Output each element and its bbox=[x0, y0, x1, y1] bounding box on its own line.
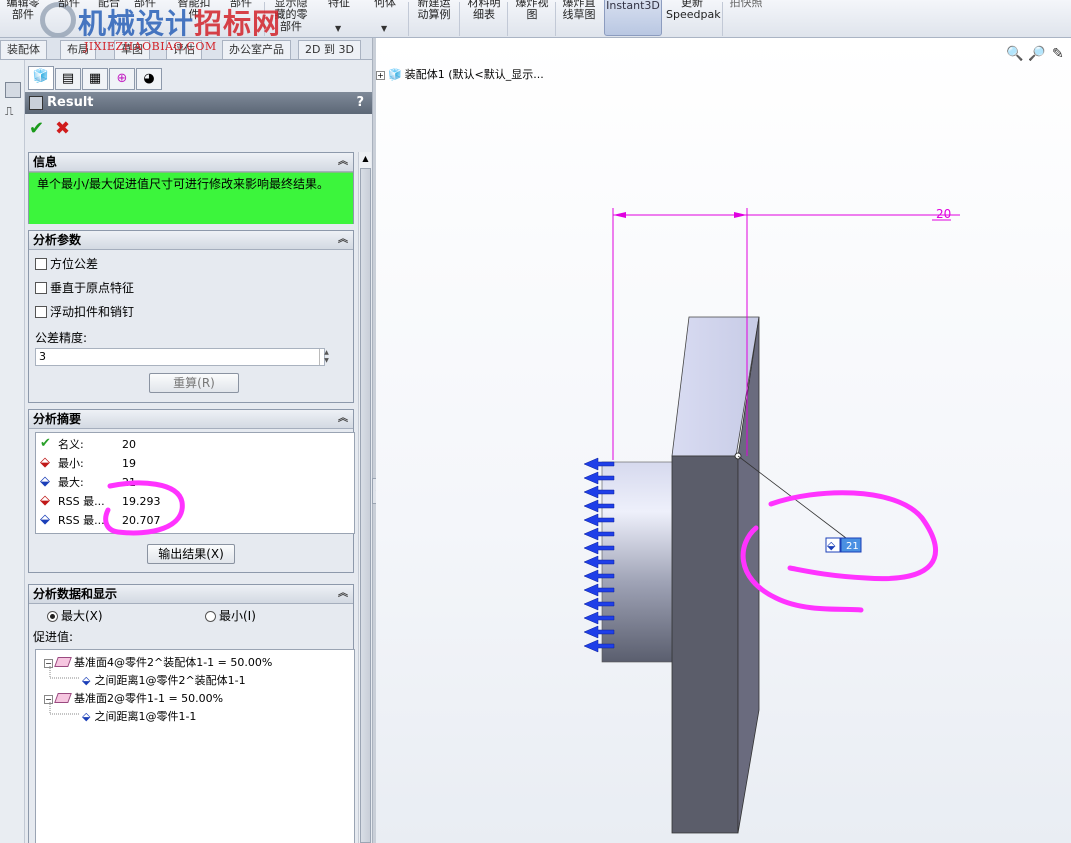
watermark-url: JIXIEZHAOBIAO.COM bbox=[84, 40, 217, 53]
max-radio[interactable]: 最大(X) bbox=[47, 607, 103, 624]
export-results-button[interactable]: 输出结果(X) bbox=[147, 544, 235, 564]
summary-list: ✔ 名义: 20 ⬙ 最小: 19 ⬙ 最大: 21 ⬙ RSS 最... 19.293 ⬙ RS… bbox=[35, 432, 355, 534]
dimxpert-tab-icon[interactable]: ⊕ bbox=[109, 68, 135, 90]
tree-lines bbox=[49, 666, 80, 715]
ribbon-geometry-button[interactable]: 何体 bbox=[370, 0, 400, 9]
contributors-tree: − 基准面4@零件2^装配体1-1 = 50.00% ⬙ 之间距离1@零件2^装配体… bbox=[35, 649, 355, 843]
orientation-tolerance-checkbox[interactable]: 方位公差 bbox=[35, 255, 98, 272]
rss-min-icon: ⬙ bbox=[40, 493, 50, 508]
summary-row-max: ⬙ 最大: 21 bbox=[40, 474, 136, 490]
recalculate-button[interactable]: 重算(R) bbox=[149, 373, 239, 393]
collapse-icon[interactable]: ︽ bbox=[338, 585, 348, 603]
summary-row-rss-min: ⬙ RSS 最... 19.293 bbox=[40, 493, 161, 509]
collapse-icon[interactable]: ︽ bbox=[338, 410, 348, 428]
summary-row-rss-max: ⬙ RSS 最... 20.707 bbox=[40, 512, 161, 528]
panel-scrollbar[interactable]: ▲ bbox=[358, 152, 371, 843]
tab-office-products[interactable]: 办公室产品 bbox=[222, 40, 291, 59]
model-scene: 20 ⬙ 21 bbox=[583, 207, 960, 834]
configuration-manager-tab-icon[interactable]: ▦ bbox=[82, 68, 108, 90]
scroll-thumb[interactable] bbox=[360, 168, 371, 843]
checkmark-icon: ✔ bbox=[40, 436, 51, 451]
tolerance-precision-input[interactable]: 3 bbox=[35, 348, 325, 366]
analysis-display-group: 分析数据和显示 ︽ 最大(X) 最小(I) 促进值: − 基准面4@零件2^装配体1… bbox=[28, 584, 355, 843]
pm-title-text: Result bbox=[47, 95, 94, 110]
min-dimension-icon: ⬙ bbox=[40, 455, 50, 470]
collapse-icon[interactable]: ︽ bbox=[338, 153, 348, 171]
ribbon-new-motion-study-button[interactable]: 新建运 动算例 bbox=[413, 0, 455, 21]
tree-item-distance-part1[interactable]: ⬙ 之间距离1@零件1-1 bbox=[82, 708, 196, 724]
manager-tabs: 🧊 ▤ ▦ ⊕ ◕ bbox=[25, 66, 372, 90]
instant3d-button[interactable]: Instant3D bbox=[604, 0, 662, 36]
result-value-text: 21 bbox=[846, 541, 859, 552]
property-manager-tab-icon[interactable]: ▤ bbox=[55, 68, 81, 90]
params-group-header[interactable]: 分析参数 ︽ bbox=[29, 231, 353, 250]
help-button[interactable]: ? bbox=[356, 92, 364, 114]
tab-assembly[interactable]: 装配体 bbox=[0, 40, 47, 59]
instant3d-label: Instant3D bbox=[606, 0, 660, 12]
tab-2d-to-3d[interactable]: 2D 到 3D bbox=[298, 40, 361, 59]
dimension-annotation[interactable]: 20 bbox=[612, 207, 960, 460]
floating-fastener-checkbox[interactable]: 浮动扣件和销钉 bbox=[35, 303, 134, 320]
tolerance-spinner[interactable]: ▲ ▼ bbox=[319, 349, 333, 365]
result-dim-icon: ⬙ bbox=[827, 539, 836, 552]
collapse-icon[interactable]: ︽ bbox=[338, 231, 348, 249]
info-group-header[interactable]: 信息 ︽ bbox=[29, 153, 353, 172]
cancel-x-button[interactable]: ✖ bbox=[55, 118, 70, 139]
step-icon[interactable]: ⎍ bbox=[5, 104, 21, 120]
geometry-dropdown-icon[interactable]: ▼ bbox=[381, 24, 387, 33]
display-group-header[interactable]: 分析数据和显示 ︽ bbox=[29, 585, 353, 604]
analysis-summary-group: 分析摘要 ︽ ✔ 名义: 20 ⬙ 最小: 19 ⬙ 最大: 21 ⬙ RSS 最... 19.2… bbox=[28, 409, 355, 573]
tree-item-distance-part2[interactable]: ⬙ 之间距离1@零件2^装配体1-1 bbox=[82, 672, 246, 688]
summary-row-min: ⬙ 最小: 19 bbox=[40, 455, 136, 471]
left-toolbar: ⎍ bbox=[0, 60, 25, 843]
graphics-viewport[interactable]: + 🧊 装配体1 (默认<默认_显示... 🔍 🔎 ✎ 20 ⬙ 21 bbox=[376, 38, 1071, 843]
ribbon-explode-line-sketch-button[interactable]: 爆炸直 线草图 bbox=[558, 0, 600, 21]
rss-max-icon: ⬙ bbox=[40, 512, 50, 527]
tolerance-precision-label: 公差精度: bbox=[35, 331, 88, 345]
dimension-value-text[interactable]: 20 bbox=[936, 207, 951, 221]
watermark-logo: 机械设计招标网 bbox=[78, 7, 282, 38]
info-group: 信息 ︽ 单个最小/最大促进值尺寸可进行修改来影响最终结果。 bbox=[28, 152, 354, 224]
ribbon-update-speedpak-button[interactable]: 更新 Speedpak bbox=[666, 0, 721, 21]
contributors-label: 促进值: bbox=[33, 630, 74, 644]
ribbon-bom-button[interactable]: 材料明 细表 bbox=[463, 0, 505, 21]
feature-manager-tab-icon[interactable]: 🧊 bbox=[28, 66, 54, 90]
sketch-icon[interactable] bbox=[5, 82, 21, 98]
ok-check-button[interactable]: ✔ bbox=[29, 118, 44, 139]
ribbon-snapshot-button[interactable]: 拍快照 bbox=[726, 0, 766, 9]
ribbon-feature-button[interactable]: 特征 bbox=[324, 0, 354, 9]
ribbon-exploded-view-button[interactable]: 爆炸视 图 bbox=[511, 0, 553, 21]
normal-to-origin-checkbox[interactable]: 垂直于原点特征 bbox=[35, 279, 134, 296]
scroll-up-icon[interactable]: ▲ bbox=[359, 152, 372, 165]
command-ribbon: 编辑零 部件 部件 配合 部件 智能扣 件 部件 显示隐 藏的零 部件 特征 ▼… bbox=[0, 0, 1071, 38]
min-radio[interactable]: 最小(I) bbox=[205, 607, 256, 624]
summary-row-nominal: ✔ 名义: 20 bbox=[40, 436, 136, 452]
analysis-params-group: 分析参数 ︽ 方位公差 垂直于原点特征 浮动扣件和销钉 公差精度: 3 ▲ ▼ 重算… bbox=[28, 230, 354, 403]
info-message: 单个最小/最大促进值尺寸可进行修改来影响最终结果。 bbox=[29, 172, 353, 224]
tolerance-analysis-icon bbox=[29, 96, 43, 110]
feature-dropdown-icon[interactable]: ▼ bbox=[335, 24, 341, 33]
property-manager-title: Result ? bbox=[25, 92, 372, 114]
display-manager-tab-icon[interactable]: ◕ bbox=[136, 68, 162, 90]
ribbon-edit-component-button[interactable]: 编辑零 部件 bbox=[2, 0, 44, 21]
max-dimension-icon: ⬙ bbox=[40, 474, 50, 489]
property-manager-panel: 🧊 ▤ ▦ ⊕ ◕ Result ? ✔ ✖ 信息 ︽ 单个最小/最大促进值尺寸可… bbox=[25, 60, 372, 843]
summary-group-header[interactable]: 分析摘要 ︽ bbox=[29, 410, 353, 429]
